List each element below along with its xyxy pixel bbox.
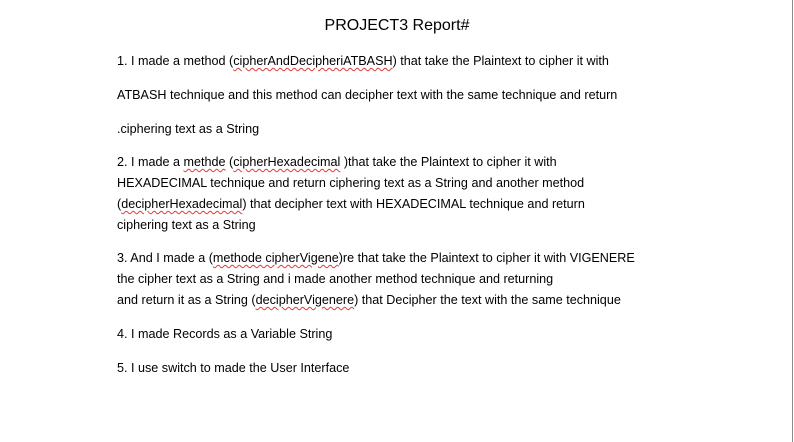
item-1-line-2: ATBASH technique and this method can dec… (117, 88, 618, 102)
text-run: 1. I made a method ( (117, 54, 234, 68)
item-2-line-4: ciphering text as a String (117, 218, 256, 232)
item-2-line-1: 2. I made a methde (cipherHexadecimal )t… (117, 152, 557, 173)
text-run: and return it as a String ( (117, 293, 256, 307)
item-2-line-3: (decipherHexadecimal) that decipher text… (117, 194, 585, 215)
text-run: )re that take the Plaintext to cipher it… (338, 251, 635, 265)
spellcheck-word: cipherAndDecipheriATBASH (233, 54, 393, 68)
document-page: PROJECT3 Report# 1. I made a method (cip… (0, 0, 794, 442)
text-run: 2. I made a (117, 155, 184, 169)
item-5: 5. I use switch to made the User Interfa… (117, 361, 350, 375)
text-run: )that take the Plaintext to cipher it wi… (340, 155, 557, 169)
spellcheck-word: decipherVigenere (255, 293, 355, 307)
item-1-line-3: .ciphering text as a String (117, 122, 260, 136)
item-3-line-2: the cipher text as a String and i made a… (117, 272, 554, 286)
text-run: 3. And I made a ( (117, 251, 213, 265)
item-2-line-2: HEXADECIMAL technique and return cipheri… (117, 176, 585, 190)
spellcheck-word: methde (183, 155, 226, 169)
text-run: ) that decipher text with HEXADECIMAL te… (242, 197, 585, 211)
spellcheck-word: methode cipherVigene (212, 251, 339, 265)
page-right-border (792, 0, 793, 442)
spellcheck-word: decipherHexadecimal (121, 197, 243, 211)
spellcheck-word: cipherHexadecimal (233, 155, 341, 169)
item-3-line-3: and return it as a String (decipherVigen… (117, 290, 621, 311)
text-run: ) that take the Plaintext to cipher it w… (392, 54, 609, 68)
text-run: ) that Decipher the text with the same t… (354, 293, 621, 307)
item-4: 4. I made Records as a Variable String (117, 327, 333, 341)
item-1-line-1: 1. I made a method (cipherAndDecipheriAT… (117, 51, 609, 72)
report-title: PROJECT3 Report# (324, 17, 470, 34)
item-3-line-1: 3. And I made a (methode cipherVigene)re… (117, 248, 635, 269)
